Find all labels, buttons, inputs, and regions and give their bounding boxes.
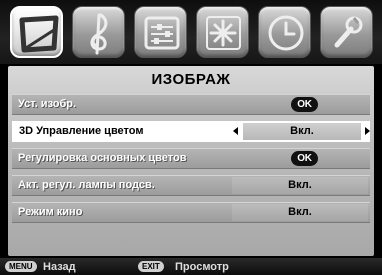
tools-icon (334, 16, 363, 48)
arrow-right-icon[interactable] (365, 127, 370, 135)
row-backlight-active-control[interactable]: Акт. регул. лампы подсв. Вкл. (12, 175, 370, 196)
row-cinema-mode[interactable]: Режим кино Вкл. (12, 202, 370, 223)
setup-icon (206, 16, 241, 50)
ok-button[interactable]: OK (291, 151, 318, 166)
tab-timer[interactable] (258, 6, 311, 58)
tab-sound[interactable] (72, 6, 125, 58)
tab-picture[interactable] (10, 6, 63, 58)
value-selector[interactable]: Вкл. (243, 123, 361, 140)
row-base-color-adjustment[interactable]: Регулировка основных цветов OK (12, 148, 370, 169)
row-label: Регулировка основных цветов (18, 152, 187, 164)
ok-button[interactable]: OK (291, 97, 318, 112)
row-label: Уст. изобр. (18, 98, 77, 110)
preferences-icon (144, 16, 180, 50)
picture-settings-panel: ИЗОБРАЖ Уст. изобр. OK 3D Управление цве… (8, 66, 374, 256)
tv-osd-menu: ИЗОБРАЖ Уст. изобр. OK 3D Управление цве… (0, 0, 382, 275)
row-label: Режим кино (18, 206, 83, 218)
footer-hint-bar: MENU Назад EXIT Просмотр (0, 258, 382, 275)
value-field[interactable]: Вкл. (232, 204, 368, 221)
row-label: 3D Управление цветом (19, 125, 144, 137)
view-hint: Просмотр (175, 261, 229, 273)
sound-icon (90, 13, 108, 55)
tab-setup[interactable] (196, 6, 249, 58)
exit-key-badge[interactable]: EXIT (138, 261, 164, 272)
picture-icon (19, 15, 59, 53)
arrow-left-icon[interactable] (233, 127, 238, 135)
tab-tools[interactable] (320, 6, 373, 58)
panel-title: ИЗОБРАЖ (151, 71, 231, 88)
row-label: Акт. регул. лампы подсв. (18, 179, 155, 191)
row-3d-color-management[interactable]: 3D Управление цветом Вкл. (12, 121, 370, 142)
menu-key-badge[interactable]: MENU (5, 261, 37, 272)
row-picture-settings[interactable]: Уст. изобр. OK (12, 94, 370, 115)
value-field[interactable]: Вкл. (232, 177, 368, 194)
tab-preferences[interactable] (134, 6, 187, 58)
timer-icon (268, 15, 304, 51)
back-hint: Назад (43, 261, 76, 273)
menu-icon-bar (0, 0, 382, 64)
